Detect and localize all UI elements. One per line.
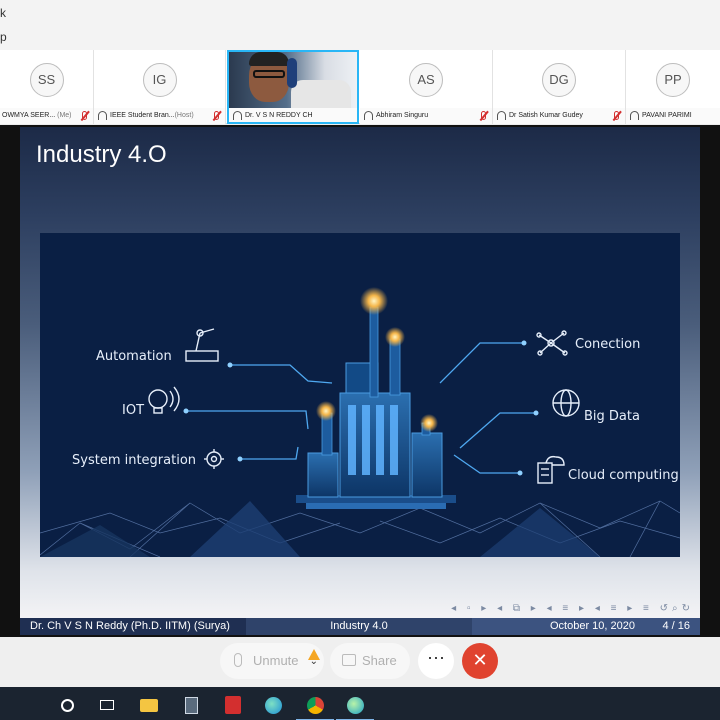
- globe-icon: [552, 389, 580, 417]
- participant-name: IEEE Student Bran...(Host): [110, 112, 194, 119]
- participant-tile-speaker[interactable]: Dr. V S N REDDY CH: [227, 50, 359, 124]
- label-connection: Conection: [575, 337, 641, 352]
- file-explorer-icon[interactable]: [136, 691, 162, 717]
- share-label: Share: [362, 653, 397, 668]
- participant-name-bar: Dr. V S N REDDY CH: [229, 108, 357, 122]
- headset-icon: [98, 111, 107, 120]
- window-top-bar: k p: [0, 0, 720, 50]
- headphones-icon: [287, 58, 297, 88]
- acrobat-icon[interactable]: [220, 691, 246, 717]
- edge-icon[interactable]: [260, 691, 286, 717]
- top-bar-text: k: [0, 6, 6, 20]
- unmute-button[interactable]: Unmute ⌄: [220, 643, 324, 679]
- slide-title: Industry 4.O: [36, 141, 167, 168]
- diagram-graphic: [40, 287, 680, 557]
- task-view-icon[interactable]: [94, 691, 120, 717]
- gear-icon: [204, 449, 224, 469]
- unmute-label: Unmute: [253, 653, 299, 668]
- meeting-window: k p SS OWMYA SEER... (Me) IG IEEE Studen…: [0, 0, 720, 720]
- share-button[interactable]: Share: [330, 643, 410, 679]
- leave-meeting-button[interactable]: ✕: [462, 643, 498, 679]
- top-bar-text-2: p: [0, 30, 7, 44]
- label-big-data: Big Data: [584, 409, 640, 424]
- meeting-control-bar: Unmute ⌄ Share ⋯ ✕: [0, 637, 720, 687]
- participant-name-bar: PAVANI PARIMI: [626, 108, 720, 124]
- participant-name: Abhiram Singuru: [376, 112, 429, 119]
- lightbulb-icon: [148, 386, 180, 414]
- industry-diagram: Automation IOT System integration Conect…: [40, 233, 680, 557]
- more-options-button[interactable]: ⋯: [418, 643, 454, 679]
- mic-muted-icon: [614, 111, 619, 120]
- participant-tile[interactable]: PP PAVANI PARIMI: [626, 50, 720, 124]
- label-automation: Automation: [96, 349, 172, 364]
- slide-footer: Dr. Ch V S N Reddy (Ph.D. IITM) (Surya) …: [20, 618, 700, 635]
- footer-page: 4 / 16: [662, 620, 690, 632]
- shared-screen: Industry 4.O Automation IOT System integ…: [0, 125, 720, 637]
- participant-name: Dr. V S N REDDY CH: [245, 112, 313, 119]
- avatar: PP: [656, 63, 690, 97]
- footer-author: Dr. Ch V S N Reddy (Ph.D. IITM) (Surya): [20, 618, 246, 635]
- avatar: SS: [29, 63, 64, 97]
- headset-icon: [364, 111, 373, 120]
- label-system-integration: System integration: [72, 453, 197, 468]
- participant-name-bar: IEEE Student Bran...(Host): [94, 108, 225, 124]
- chevron-down-icon[interactable]: ⌄: [310, 657, 318, 667]
- label-cloud-computing: Cloud computing: [568, 468, 679, 483]
- participant-name: OWMYA SEER... (Me): [2, 112, 72, 119]
- avatar: DG: [542, 63, 576, 97]
- calculator-icon[interactable]: [178, 691, 204, 717]
- participant-name-bar: Abhiram Singuru: [360, 108, 492, 124]
- avatar: IG: [142, 63, 177, 97]
- chrome-icon[interactable]: [296, 691, 334, 720]
- participant-name: Dr Satish Kumar Gudey: [509, 112, 583, 119]
- participant-strip: SS OWMYA SEER... (Me) IG IEEE Student Br…: [0, 50, 720, 124]
- participant-tile[interactable]: DG Dr Satish Kumar Gudey: [493, 50, 626, 124]
- share-screen-icon: [342, 654, 356, 666]
- windows-taskbar: [0, 687, 720, 720]
- mic-muted-icon: [82, 111, 87, 120]
- participant-tile-host[interactable]: IG IEEE Student Bran...(Host): [94, 50, 226, 124]
- participant-name-bar: Dr Satish Kumar Gudey: [493, 108, 625, 124]
- participant-tile-self[interactable]: SS OWMYA SEER... (Me): [0, 50, 94, 124]
- participant-name-bar: OWMYA SEER... (Me): [0, 108, 93, 124]
- robot-arm-icon: [185, 328, 219, 362]
- footer-date: October 10, 2020: [550, 620, 636, 632]
- speaker-video: [229, 52, 357, 108]
- footer-date-page: October 10, 2020 4 / 16: [472, 618, 700, 635]
- cortana-icon[interactable]: [54, 691, 80, 717]
- microphone-icon: [234, 653, 242, 667]
- slide-nav-icons[interactable]: ◂ ▫ ▸ ◂ ⧉ ▸ ◂ ≡ ▸ ◂ ≡ ▸ ≡ ↺⌕↻: [451, 603, 694, 614]
- label-iot: IOT: [122, 403, 145, 418]
- headset-icon: [630, 111, 639, 120]
- network-nodes-icon: [536, 330, 568, 356]
- meeting-app-icon[interactable]: [336, 691, 374, 720]
- avatar: AS: [409, 63, 443, 97]
- mic-muted-icon: [214, 111, 219, 120]
- participant-name: PAVANI PARIMI: [642, 112, 692, 119]
- mic-muted-icon: [481, 111, 486, 120]
- participant-tile[interactable]: AS Abhiram Singuru: [360, 50, 493, 124]
- presentation-slide: Industry 4.O Automation IOT System integ…: [20, 127, 700, 620]
- cloud-server-icon: [537, 455, 565, 484]
- footer-topic: Industry 4.0: [246, 618, 472, 635]
- headset-icon: [497, 111, 506, 120]
- headset-icon: [233, 111, 242, 120]
